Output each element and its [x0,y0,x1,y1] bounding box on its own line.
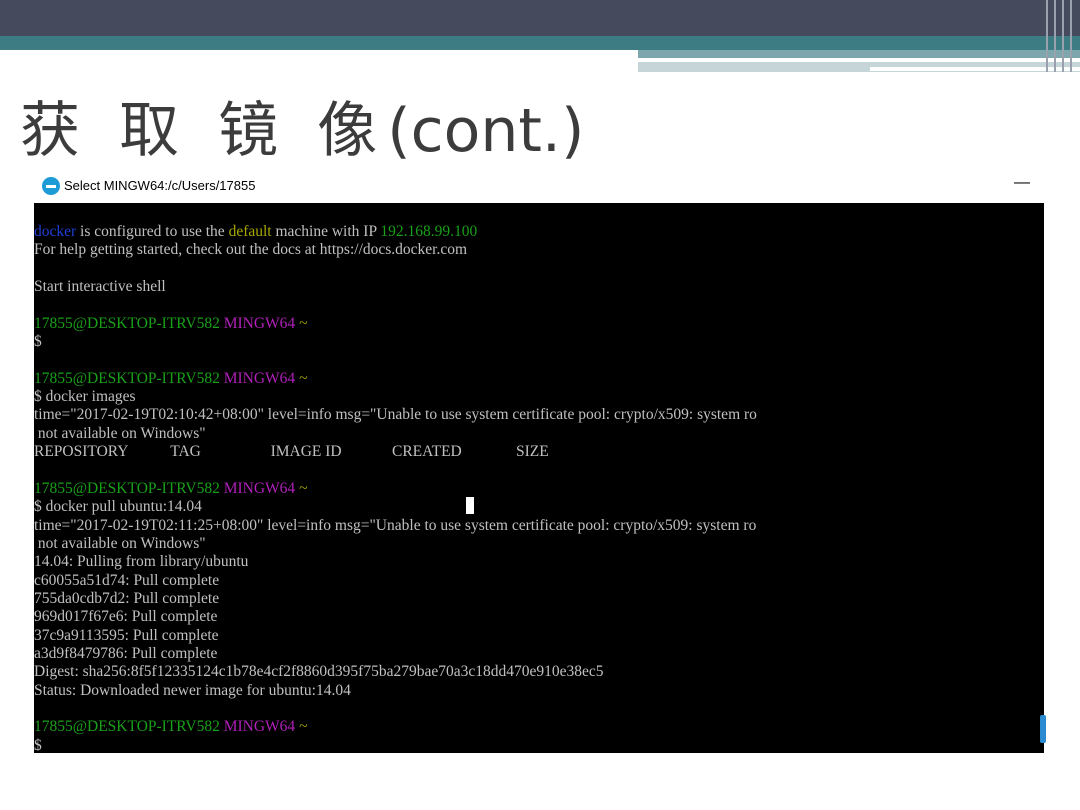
terminal-line: docker is configured to use the default … [34,223,1044,241]
layer-line: a3d9f8479786: Pull complete [34,644,218,662]
scrollbar-thumb[interactable] [1040,715,1046,743]
slide-title-latin: (cont.) [387,96,585,166]
images-table-header: REPOSITORY TAG IMAGE ID CREATED SIZE [34,443,549,461]
layer-line: c60055a51d74: Pull complete [34,571,220,589]
warning-line-cont: not available on Windows" [34,534,206,552]
window-title: Select MINGW64:/c/Users/17855 [64,178,256,193]
prompt-env: MINGW64 [223,314,296,332]
slide-title: 获 取 镜 像(cont.) [20,82,584,169]
slide-title-cjk: 获 取 镜 像 [20,96,388,166]
prompt-path: ~ [299,479,308,497]
shell-prompt: 17855@DESKTOP-ITRV582 MINGW64 ~ [34,718,1044,736]
terminal-line: $ [34,333,42,351]
shell-prompt: 17855@DESKTOP-ITRV582 MINGW64 ~ [34,480,1044,498]
line-text: is configured to use the [76,223,229,240]
layer-line: 755da0cdb7d2: Pull complete [34,589,220,607]
shell-prompt: 17855@DESKTOP-ITRV582 MINGW64 ~ [34,315,1044,333]
warning-line-cont: not available on Windows" [34,424,206,442]
machine-name: default [228,223,272,240]
mingw-app-icon [42,177,60,195]
warning-line: time="2017-02-19T02:10:42+08:00" level=i… [34,406,757,424]
line-text: machine with IP [271,223,381,240]
slide-accent-bar [0,36,1080,50]
slide-header-bar [0,0,1080,36]
terminal-window-titlebar[interactable]: Select MINGW64:/c/Users/17855 — [34,172,1046,202]
terminal-line: $ [34,736,42,753]
ip-address: 192.168.99.100 [380,223,478,240]
slide-corner-decoration [1042,0,1080,72]
command-line: $ docker pull ubuntu:14.04 [34,498,202,516]
terminal-lines: docker is configured to use the default … [34,223,1044,753]
prompt-path: ~ [299,718,308,736]
layer-line: 969d017f67e6: Pull complete [34,608,218,626]
prompt-user: 17855@DESKTOP-ITRV582 [34,718,220,736]
pull-status-line: 14.04: Pulling from library/ubuntu [34,553,249,571]
minimize-button[interactable]: — [1014,174,1030,192]
text-cursor [466,497,474,514]
command-line: $ docker images [34,388,136,406]
digest-line: Digest: sha256:8f5f12335124c1b78e4cf2f88… [34,663,604,681]
terminal-line: For help getting started, check out the … [34,241,468,259]
prompt-user: 17855@DESKTOP-ITRV582 [34,314,220,332]
prompt-env: MINGW64 [223,718,296,736]
prompt-user: 17855@DESKTOP-ITRV582 [34,369,220,387]
docker-word: docker [34,223,77,240]
terminal-output[interactable]: docker is configured to use the default … [34,203,1044,753]
prompt-path: ~ [299,314,308,332]
shell-prompt: 17855@DESKTOP-ITRV582 MINGW64 ~ [34,370,1044,388]
slide-accent-stripe [638,50,1080,58]
prompt-path: ~ [299,369,308,387]
prompt-env: MINGW64 [223,479,296,497]
prompt-user: 17855@DESKTOP-ITRV582 [34,479,220,497]
warning-line: time="2017-02-19T02:11:25+08:00" level=i… [34,516,757,534]
layer-line: 37c9a9113595: Pull complete [34,626,219,644]
terminal-line: Start interactive shell [34,278,166,296]
prompt-env: MINGW64 [223,369,296,387]
status-line: Status: Downloaded newer image for ubunt… [34,681,351,699]
